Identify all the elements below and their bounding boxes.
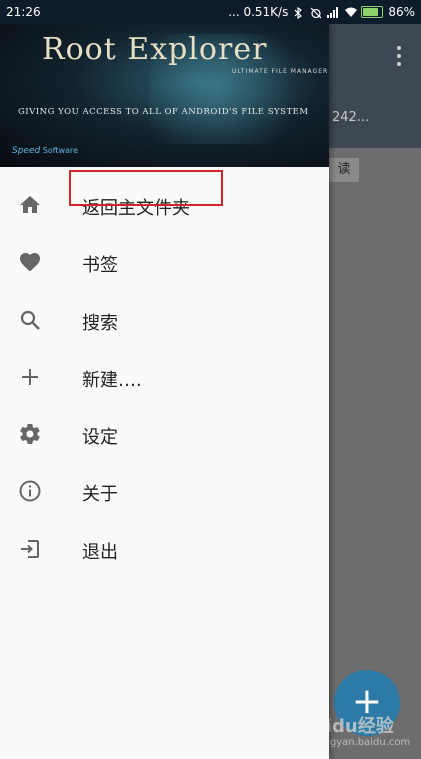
- overflow-menu-icon[interactable]: [397, 46, 401, 66]
- heart-icon: [18, 250, 42, 274]
- status-bar: 21:26 ... 0.51K/s 86%: [0, 0, 421, 24]
- brand-suffix: Software: [42, 146, 79, 155]
- watermark-url: jingyan.baidu.com: [318, 737, 411, 748]
- navigation-drawer: Root Explorer ULTIMATE FILE MANAGER GIVI…: [0, 24, 329, 759]
- drawer-item-new[interactable]: 新建….: [0, 349, 329, 406]
- drawer-item-label: 书签: [82, 255, 118, 277]
- drawer-item-label: 退出: [82, 541, 118, 563]
- drawer-item-about[interactable]: 关于: [0, 463, 329, 520]
- signal-icon: [327, 6, 339, 18]
- home-icon: [18, 193, 42, 217]
- background-app-bar: [329, 24, 421, 148]
- exit-icon: [18, 537, 42, 561]
- drawer-header: Root Explorer ULTIMATE FILE MANAGER GIVI…: [0, 24, 329, 167]
- drawer-item-label: 搜索: [82, 312, 118, 334]
- status-time: 21:26: [6, 5, 41, 19]
- publisher-brand: Speed Software: [12, 146, 78, 156]
- network-speed: ... 0.51K/s: [228, 5, 289, 19]
- drawer-item-search[interactable]: 搜索: [0, 292, 329, 349]
- drawer-item-settings[interactable]: 设定: [0, 406, 329, 463]
- alarm-off-icon: [310, 7, 322, 18]
- bluetooth-icon: [293, 6, 305, 19]
- header-tagline: GIVING YOU ACCESS TO ALL OF ANDROID'S FI…: [18, 107, 309, 117]
- status-indicators: ... 0.51K/s 86%: [228, 5, 415, 19]
- logo-subtitle: ULTIMATE FILE MANAGER: [232, 68, 329, 75]
- drawer-item-exit[interactable]: 退出: [0, 521, 329, 578]
- app-logo: Root Explorer: [42, 32, 268, 67]
- wifi-icon: [344, 7, 358, 18]
- drawer-item-label: 新建….: [82, 369, 142, 391]
- drawer-item-label: 关于: [82, 484, 118, 506]
- battery-icon: [361, 6, 384, 18]
- drawer-item-home[interactable]: 返回主文件夹: [0, 177, 329, 234]
- drawer-item-label: 设定: [82, 427, 118, 449]
- background-path-text: 242...: [332, 110, 370, 125]
- info-icon: [18, 479, 42, 503]
- drawer-item-label: 返回主文件夹: [82, 198, 190, 219]
- brand-name: Speed: [12, 146, 41, 156]
- search-icon: [18, 308, 42, 332]
- background-content: [329, 148, 421, 759]
- background-chip: 读: [329, 158, 359, 182]
- plus-icon: [18, 365, 42, 389]
- drawer-menu: 返回主文件夹 书签 搜索 新建…. 设定 关于 退出: [0, 177, 329, 578]
- drawer-item-bookmarks[interactable]: 书签: [0, 234, 329, 291]
- battery-level: 86%: [388, 5, 415, 19]
- gear-icon: [18, 422, 42, 446]
